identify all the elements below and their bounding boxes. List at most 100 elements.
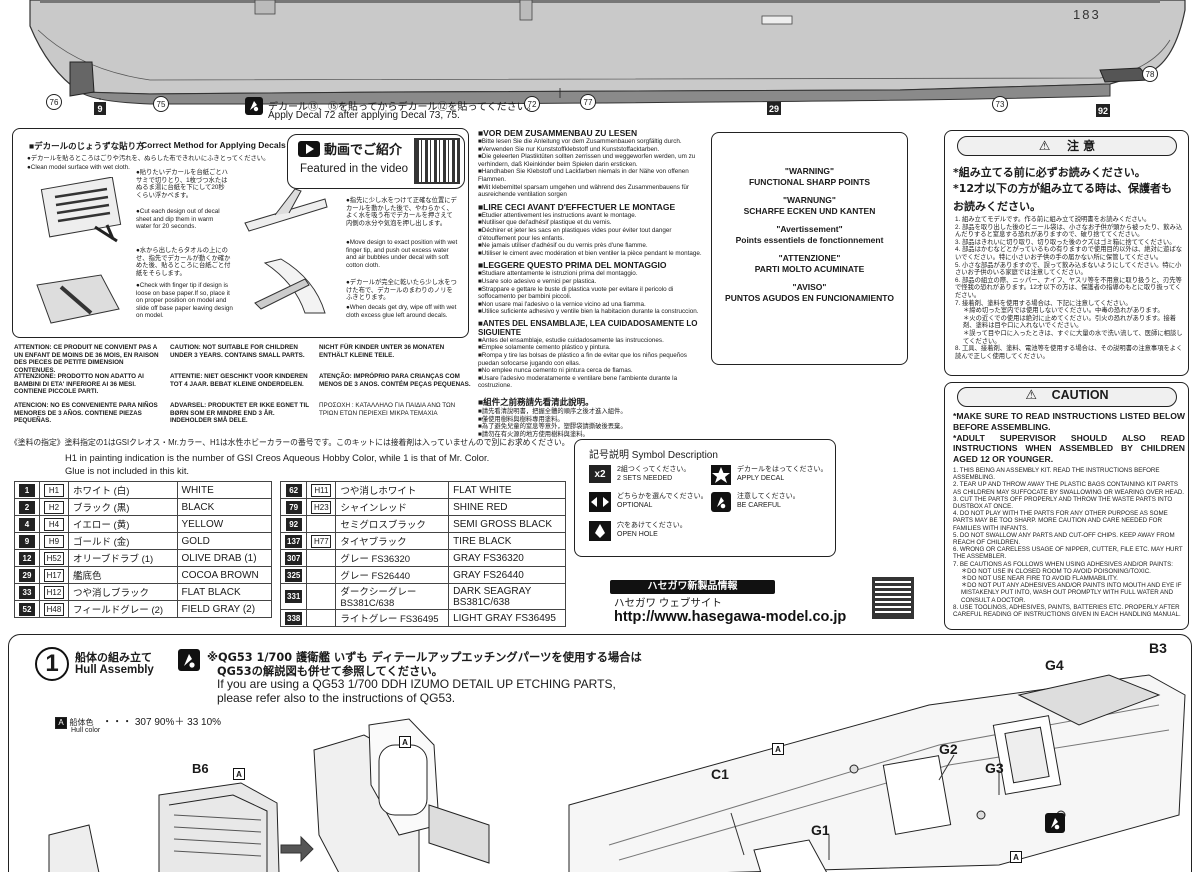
optional-icon <box>589 492 611 512</box>
paint-row: 92 セミグロスブラック SEMI GROSS BLACK <box>279 515 566 533</box>
small-parts-warnings: ATTENTION: CE PRODUIT NE CONVIENT PAS A … <box>14 344 472 440</box>
chui-item: ＊誤って目や口に入ったときは、すぐに大量の水で洗い流して、医師に相談してください… <box>963 329 1183 345</box>
color-name-en: BLACK <box>176 498 273 516</box>
hobby-color-number: H17 <box>44 568 64 582</box>
notes-de-line: ■Bitte lesen Sie die Anleitung vor dem Z… <box>478 138 682 145</box>
part-label-a-2: A <box>399 736 411 748</box>
mr-color-number: 325 <box>285 568 303 582</box>
qr-code-icon <box>414 138 460 184</box>
mr-color-number: 33 <box>19 585 35 599</box>
color-name-jp: ゴールド (金) <box>68 532 178 550</box>
mr-color-code: 9 <box>14 532 40 550</box>
paint-header-jp: 《塗料の指定》塗料指定の1はGSIクレオス・Mr.カラー、H1は水性ホビーカラー… <box>10 438 570 447</box>
caution-item: 2. TEAR UP AND THROW AWAY THE PLASTIC BA… <box>953 481 1185 496</box>
warning-title-it: "ATTENZIONE" <box>778 253 841 263</box>
small-parts-fr: ATTENTION: CE PRODUIT NE CONVIENT PAS A … <box>14 344 159 374</box>
mr-color-code: 4 <box>14 515 40 533</box>
paint-header-en2: Glue is not included in this kit. <box>65 465 190 476</box>
color-name-jp: ダークシーグレー BS381C/638 <box>335 583 450 610</box>
chui-title: 注 意 <box>1067 139 1096 153</box>
color-name-en: FIELD GRAY (2) <box>176 600 273 618</box>
notes-zh-line: ■為了避免兒童的窒息等意外，塑膠袋請撕破後丟棄。 <box>478 423 627 431</box>
notes-es-line: ■Antes del ensamblaje, estudie cuidadosa… <box>478 336 664 344</box>
symbol-title: 記号説明 Symbol Description <box>589 450 718 461</box>
notes-fr-line: ■Nutiliser que del'adhésif plastique et … <box>478 219 612 227</box>
hobby-color-number: H48 <box>44 602 64 616</box>
symbol-hole-en: OPEN HOLE <box>617 531 658 538</box>
mr-color-number: 92 <box>285 517 302 531</box>
decal-instructions-panel: ■デカールのじょうずな貼り方 Correct Method for Applyi… <box>12 128 469 338</box>
notes-it-title: ■LEGGERE QUESTO PRIMA DEL MONTAGGIO <box>478 260 667 271</box>
part-label-b6: B6 <box>192 761 209 776</box>
paint-row: 325 グレー FS26440 GRAY FS26440 <box>279 566 566 584</box>
notes-it-line: ■Studiare attentamente le istruzioni pri… <box>478 270 638 278</box>
step4-en: ●Move design to exact position with wet … <box>346 239 458 269</box>
paint-marker-9: 9 <box>94 102 106 115</box>
hasegawa-url-link[interactable]: http://www.hasegawa-model.co.jp <box>614 609 846 625</box>
paint-row: 331 ダークシーグレー BS381C/638 DARK SEAGRAY BS381… <box>279 583 566 610</box>
mr-color-code: 79 <box>279 498 308 516</box>
callout-73: 73 <box>992 96 1008 112</box>
small-parts-nl: ATTENTIE: NIET GESCHIKT VOOR KINDEREN TO… <box>170 373 308 388</box>
color-name-jp: シャインレッド <box>335 498 450 516</box>
chui-item: 4. 部品はかむなどとがっているもの有りますので使用目的以外は、絶対に遊ばないで… <box>955 246 1183 261</box>
warning-title-es: "AVISO" <box>792 282 827 292</box>
hasegawa-site-jp: ハセガワ ウェブサイト <box>614 597 722 609</box>
warning-body-de: SCHARFE ECKEN UND KANTEN <box>743 206 876 216</box>
sharp-points-warning: "WARNING" FUNCTIONAL SHARP POINTS "WARNU… <box>711 132 908 365</box>
hull-assembly-drawing <box>48 674 1186 872</box>
color-name-jp: つや消しブラック <box>68 583 178 601</box>
warning-body-en: FUNCTIONAL SHARP POINTS <box>748 177 871 187</box>
color-name-en: TIRE BLACK <box>448 532 566 550</box>
color-name-jp: ライトグレー FS36495 <box>335 609 450 627</box>
mr-color-number: 1 <box>19 483 35 497</box>
color-name-jp: フィールドグレー (2) <box>68 600 178 618</box>
warning-title-de: "WARNUNG" <box>783 195 836 205</box>
paint-row: 12 H52 オリーブドラブ (1) OLIVE DRAB (1) <box>14 549 273 567</box>
symbol-decal-en: APPLY DECAL <box>737 475 785 482</box>
be-careful-icon <box>711 492 731 512</box>
hobby-color-code: H52 <box>39 549 69 567</box>
caution-item: ＊DO NOT USE IN CLOSED ROOM TO AVOID POIS… <box>961 567 1151 575</box>
hobby-color-code: H48 <box>39 600 69 618</box>
be-careful-hull-icon <box>1045 813 1065 833</box>
mr-color-code: 338 <box>279 609 308 627</box>
hull-number: 183 <box>1073 7 1101 22</box>
play-icon <box>298 141 320 157</box>
mr-color-number: 2 <box>19 500 35 514</box>
notes-fr-title: ■LIRE CECI AVANT D'EFFECTUER LE MONTAGE <box>478 201 676 212</box>
chui-item: 7. 接着剤、塗料を使用する場合は、下記に注意してください。 <box>955 299 1132 307</box>
caution-item: 8. USE TOOLINGS, ADHESIVES, PAINTS, BATT… <box>953 603 1181 619</box>
paint-row: 307 グレー FS36320 GRAY FS36320 <box>279 549 566 567</box>
paint-header-en1: H1 in painting indication is the number … <box>65 452 490 463</box>
mr-color-code: 92 <box>279 515 308 533</box>
symbol-decal-jp: デカールをはってください。 <box>737 466 828 473</box>
color-name-en: SHINE RED <box>448 498 566 516</box>
hobby-color-code: H9 <box>39 532 69 550</box>
part-label-c1: C1 <box>711 766 729 782</box>
warning-title-en: "WARNING" <box>784 166 835 176</box>
caution-item: ＊DO NOT USE NEAR FIRE TO AVOID FLAMMABIL… <box>961 575 1118 583</box>
chui-lead1: *組み立てる前に必ずお読みください。 <box>953 166 1146 179</box>
warning-body-it: PARTI MOLTO ACUMINATE <box>754 264 865 274</box>
part-label-a-3: A <box>772 743 784 755</box>
mr-color-number: 12 <box>19 551 35 565</box>
mr-color-number: 331 <box>285 590 303 603</box>
hasegawa-qr-code-icon <box>872 577 914 619</box>
aircraft-decal-illustration <box>235 183 335 323</box>
color-name-jp: ブラック (黒) <box>68 498 178 516</box>
color-name-jp: グレー FS26440 <box>335 566 450 584</box>
mr-color-code: 325 <box>279 566 308 584</box>
notes-fr-line: ■Utiliser le ciment avec modération et b… <box>478 249 702 257</box>
mr-color-number: 52 <box>19 602 35 616</box>
color-name-en: YELLOW <box>176 515 273 533</box>
hobby-color-number: H1 <box>44 483 64 497</box>
chui-item: 8. 工具、接着剤、塗料、電池等を使用する場合は、その説明書の注意事項をよく読ん… <box>955 345 1183 360</box>
color-name-en: OLIVE DRAB (1) <box>176 549 273 567</box>
hobby-color-code <box>306 515 337 533</box>
step3-en: ●Check with finger tip if design is loos… <box>136 282 233 320</box>
mr-color-code: 2 <box>14 498 40 516</box>
step4-jp: ●指先に少し水をつけて正確な位置にデカールを動かした後で、やわらかく、よく水を吸… <box>346 197 457 227</box>
small-parts-de: NICHT FÜR KINDER UNTER 36 MONATEN ENTHÄL… <box>319 344 445 359</box>
video-badge[interactable]: 動画でご紹介 Featured in the video <box>287 134 465 189</box>
